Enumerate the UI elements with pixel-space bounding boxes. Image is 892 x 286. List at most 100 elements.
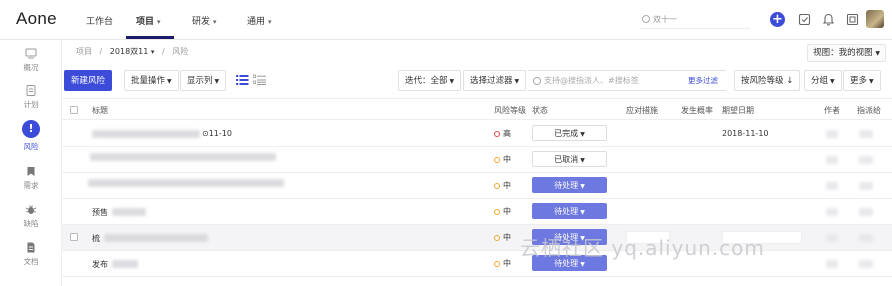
risk-level-badge: 中	[494, 180, 511, 191]
table-row[interactable]: 梳 中 待处理 ▼	[62, 225, 892, 251]
breadcrumb-root[interactable]: 项目	[76, 47, 92, 56]
chevron-down-icon: ▼	[830, 78, 835, 85]
group-label: 分组	[811, 76, 829, 86]
risk-level-badge: 中	[494, 206, 511, 217]
table-row[interactable]: ⊙11-10 高 已完成 ▼ 2018-11-10	[62, 121, 892, 147]
redacted-title	[92, 130, 200, 138]
column-due-date[interactable]: 期望日期	[722, 105, 754, 116]
risk-level-text: 高	[503, 129, 511, 138]
group-button[interactable]: 分组 ▼	[804, 70, 842, 91]
nav-workbench[interactable]: 工作台	[86, 14, 113, 27]
status-dropdown[interactable]: 待处理 ▼	[532, 177, 607, 193]
status-label: 待处理	[554, 181, 579, 190]
more-filter-link[interactable]: 更多过滤	[688, 70, 718, 91]
redacted-assignee	[859, 208, 873, 216]
sidebar-item-plan[interactable]: 计划	[0, 85, 62, 110]
breadcrumb-separator: /	[99, 47, 103, 56]
column-risk-level[interactable]: 风险等级	[494, 105, 526, 116]
nav-label: 通用	[247, 17, 266, 27]
filter-select[interactable]: 选择过滤器 ▼	[463, 70, 527, 91]
sort-by-risk-button[interactable]: 按风险等级 ↓	[734, 70, 801, 91]
watermark-text: 云栖社区 yq.aliyun.com	[520, 236, 765, 260]
row-checkbox[interactable]	[70, 233, 78, 241]
breadcrumb: 项目 / 2018双11 ▾ / 风险	[76, 46, 188, 57]
project-name: 2018双11	[109, 47, 149, 56]
active-nav-indicator	[126, 36, 174, 39]
breadcrumb-project[interactable]: 2018双11 ▾	[110, 47, 155, 56]
requirement-icon	[27, 167, 35, 176]
table-row[interactable]: 中 已取消 ▼	[62, 147, 892, 173]
iteration-filter-label: 迭代：全部	[405, 76, 448, 86]
breadcrumb-page: 风险	[172, 47, 189, 56]
list-view-icon[interactable]	[236, 74, 249, 86]
chevron-down-icon: ▼	[580, 261, 585, 268]
column-title[interactable]: 标题	[92, 105, 108, 116]
document-icon	[27, 242, 35, 253]
chevron-down-icon: ▾	[268, 18, 272, 26]
nav-project[interactable]: 项目 ▾	[136, 14, 161, 27]
sidebar-item-bug[interactable]: 缺陷	[0, 204, 62, 229]
risk-dot-icon	[494, 156, 500, 163]
nav-label: 项目	[136, 17, 155, 27]
status-dropdown[interactable]: 已取消 ▼	[532, 151, 607, 167]
filter-search-placeholder: 支持@搜指派人、#搜标签	[544, 76, 639, 85]
app-grid-icon[interactable]	[845, 12, 860, 27]
chevron-down-icon: ▼	[875, 50, 880, 57]
chevron-down-icon: ▼	[214, 78, 220, 85]
redacted-title	[104, 234, 208, 242]
table-row[interactable]: 发布 中 待处理 ▼	[62, 251, 892, 277]
risk-dot-icon	[494, 182, 500, 189]
nav-label: 工作台	[86, 17, 114, 27]
task-icon[interactable]	[797, 12, 812, 27]
redacted-author	[826, 208, 838, 216]
sidebar-item-requirement[interactable]: 需求	[0, 166, 62, 191]
status-dropdown[interactable]: 待处理 ▼	[532, 203, 607, 219]
sidebar-item-document[interactable]: 文档	[0, 242, 62, 267]
sidebar-item-label: 缺陷	[23, 219, 39, 228]
column-status[interactable]: 状态	[532, 105, 548, 116]
search-icon	[642, 15, 650, 23]
plan-icon	[26, 85, 36, 96]
risk-dot-icon	[494, 234, 500, 241]
more-button[interactable]: 更多 ▼	[843, 70, 881, 91]
redacted-assignee	[859, 130, 873, 138]
show-columns-label: 显示列	[187, 76, 213, 86]
column-assignee[interactable]: 指派给	[857, 105, 881, 116]
select-all-checkbox[interactable]	[70, 106, 78, 114]
global-search-input[interactable]: 双十一	[640, 11, 750, 29]
breadcrumb-separator: /	[161, 47, 165, 56]
user-avatar[interactable]	[866, 10, 884, 28]
column-measures[interactable]: 应对措施	[626, 105, 658, 116]
table-row[interactable]: 预售 中 待处理 ▼	[62, 199, 892, 225]
status-label: 待处理	[554, 207, 579, 216]
risk-level-badge: 中	[494, 154, 511, 165]
sidebar-item-risk[interactable]: ! 风险	[0, 120, 62, 152]
bell-icon[interactable]	[821, 12, 836, 27]
column-probability[interactable]: 发生概率	[681, 105, 713, 116]
nav-general[interactable]: 通用 ▾	[247, 14, 272, 27]
top-navbar: Aone 工作台 项目 ▾ 研发 ▾ 通用 ▾ 双十一 +	[0, 0, 892, 40]
column-author[interactable]: 作者	[824, 105, 840, 116]
status-dropdown[interactable]: 已完成 ▼	[532, 125, 607, 141]
risk-level-text: 中	[503, 155, 511, 164]
main-content: 项目 / 2018双11 ▾ / 风险 视图：我的视图 ▼ 新建风险 批量操作 ▼…	[62, 40, 892, 286]
table-row[interactable]: 中 待处理 ▼	[62, 173, 892, 199]
new-risk-button[interactable]: 新建风险	[64, 70, 113, 91]
view-selector[interactable]: 视图：我的视图 ▼	[807, 44, 886, 62]
app-logo[interactable]: Aone	[16, 9, 57, 29]
sidebar-item-overview[interactable]: 概况	[0, 48, 62, 73]
batch-operation-button[interactable]: 批量操作 ▼	[124, 70, 179, 91]
iteration-filter[interactable]: 迭代：全部 ▼	[398, 70, 462, 91]
chevron-down-icon: ▼	[167, 78, 172, 85]
compact-list-icon[interactable]	[253, 74, 266, 86]
nav-rd[interactable]: 研发 ▾	[192, 14, 217, 27]
chevron-down-icon: ▼	[580, 131, 585, 138]
risk-dot-icon	[494, 208, 500, 215]
risk-level-text: 中	[503, 181, 511, 190]
chevron-down-icon: ▾	[157, 18, 161, 26]
show-columns-button[interactable]: 显示列 ▼	[180, 70, 227, 91]
risk-level-badge: 中	[494, 258, 511, 269]
risk-level-badge: 中	[494, 232, 511, 243]
redacted-assignee	[859, 234, 873, 242]
create-plus-button[interactable]: +	[770, 12, 785, 27]
